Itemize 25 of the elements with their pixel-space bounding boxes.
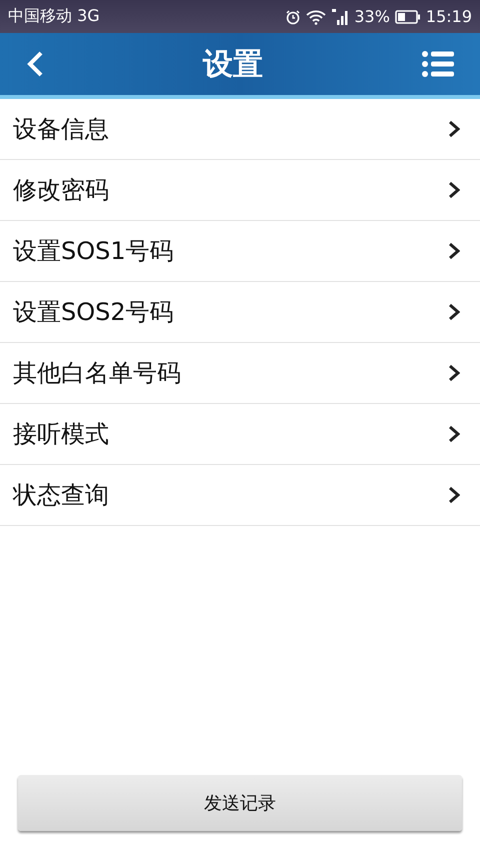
signal-icon	[331, 8, 350, 26]
chevron-icon	[448, 486, 460, 504]
menu-icon[interactable]	[422, 51, 454, 77]
battery-percent: 33%	[354, 7, 390, 26]
send-log-button[interactable]: 发送记录	[18, 775, 462, 831]
chevron-icon	[448, 242, 460, 260]
settings-item[interactable]: 设备信息	[0, 99, 480, 160]
back-icon[interactable]	[26, 50, 44, 78]
settings-item[interactable]: 设置SOS2号码	[0, 282, 480, 343]
alarm-icon	[285, 8, 302, 24]
carrier-label: 中国移动 3G	[8, 6, 100, 27]
clock: 15:19	[426, 7, 472, 26]
chevron-icon	[448, 181, 460, 199]
settings-item[interactable]: 设置SOS1号码	[0, 221, 480, 282]
chevron-icon	[448, 120, 460, 138]
settings-item[interactable]: 接听模式	[0, 404, 480, 465]
chevron-icon	[448, 425, 460, 443]
battery-icon	[394, 10, 421, 24]
wifi-icon	[306, 8, 326, 24]
settings-item[interactable]: 修改密码	[0, 160, 480, 221]
chevron-icon	[448, 364, 460, 382]
page-title: 设置	[203, 46, 263, 84]
settings-item[interactable]: 状态查询	[0, 465, 480, 526]
chevron-icon	[448, 303, 460, 321]
settings-item[interactable]: 其他白名单号码	[0, 343, 480, 404]
